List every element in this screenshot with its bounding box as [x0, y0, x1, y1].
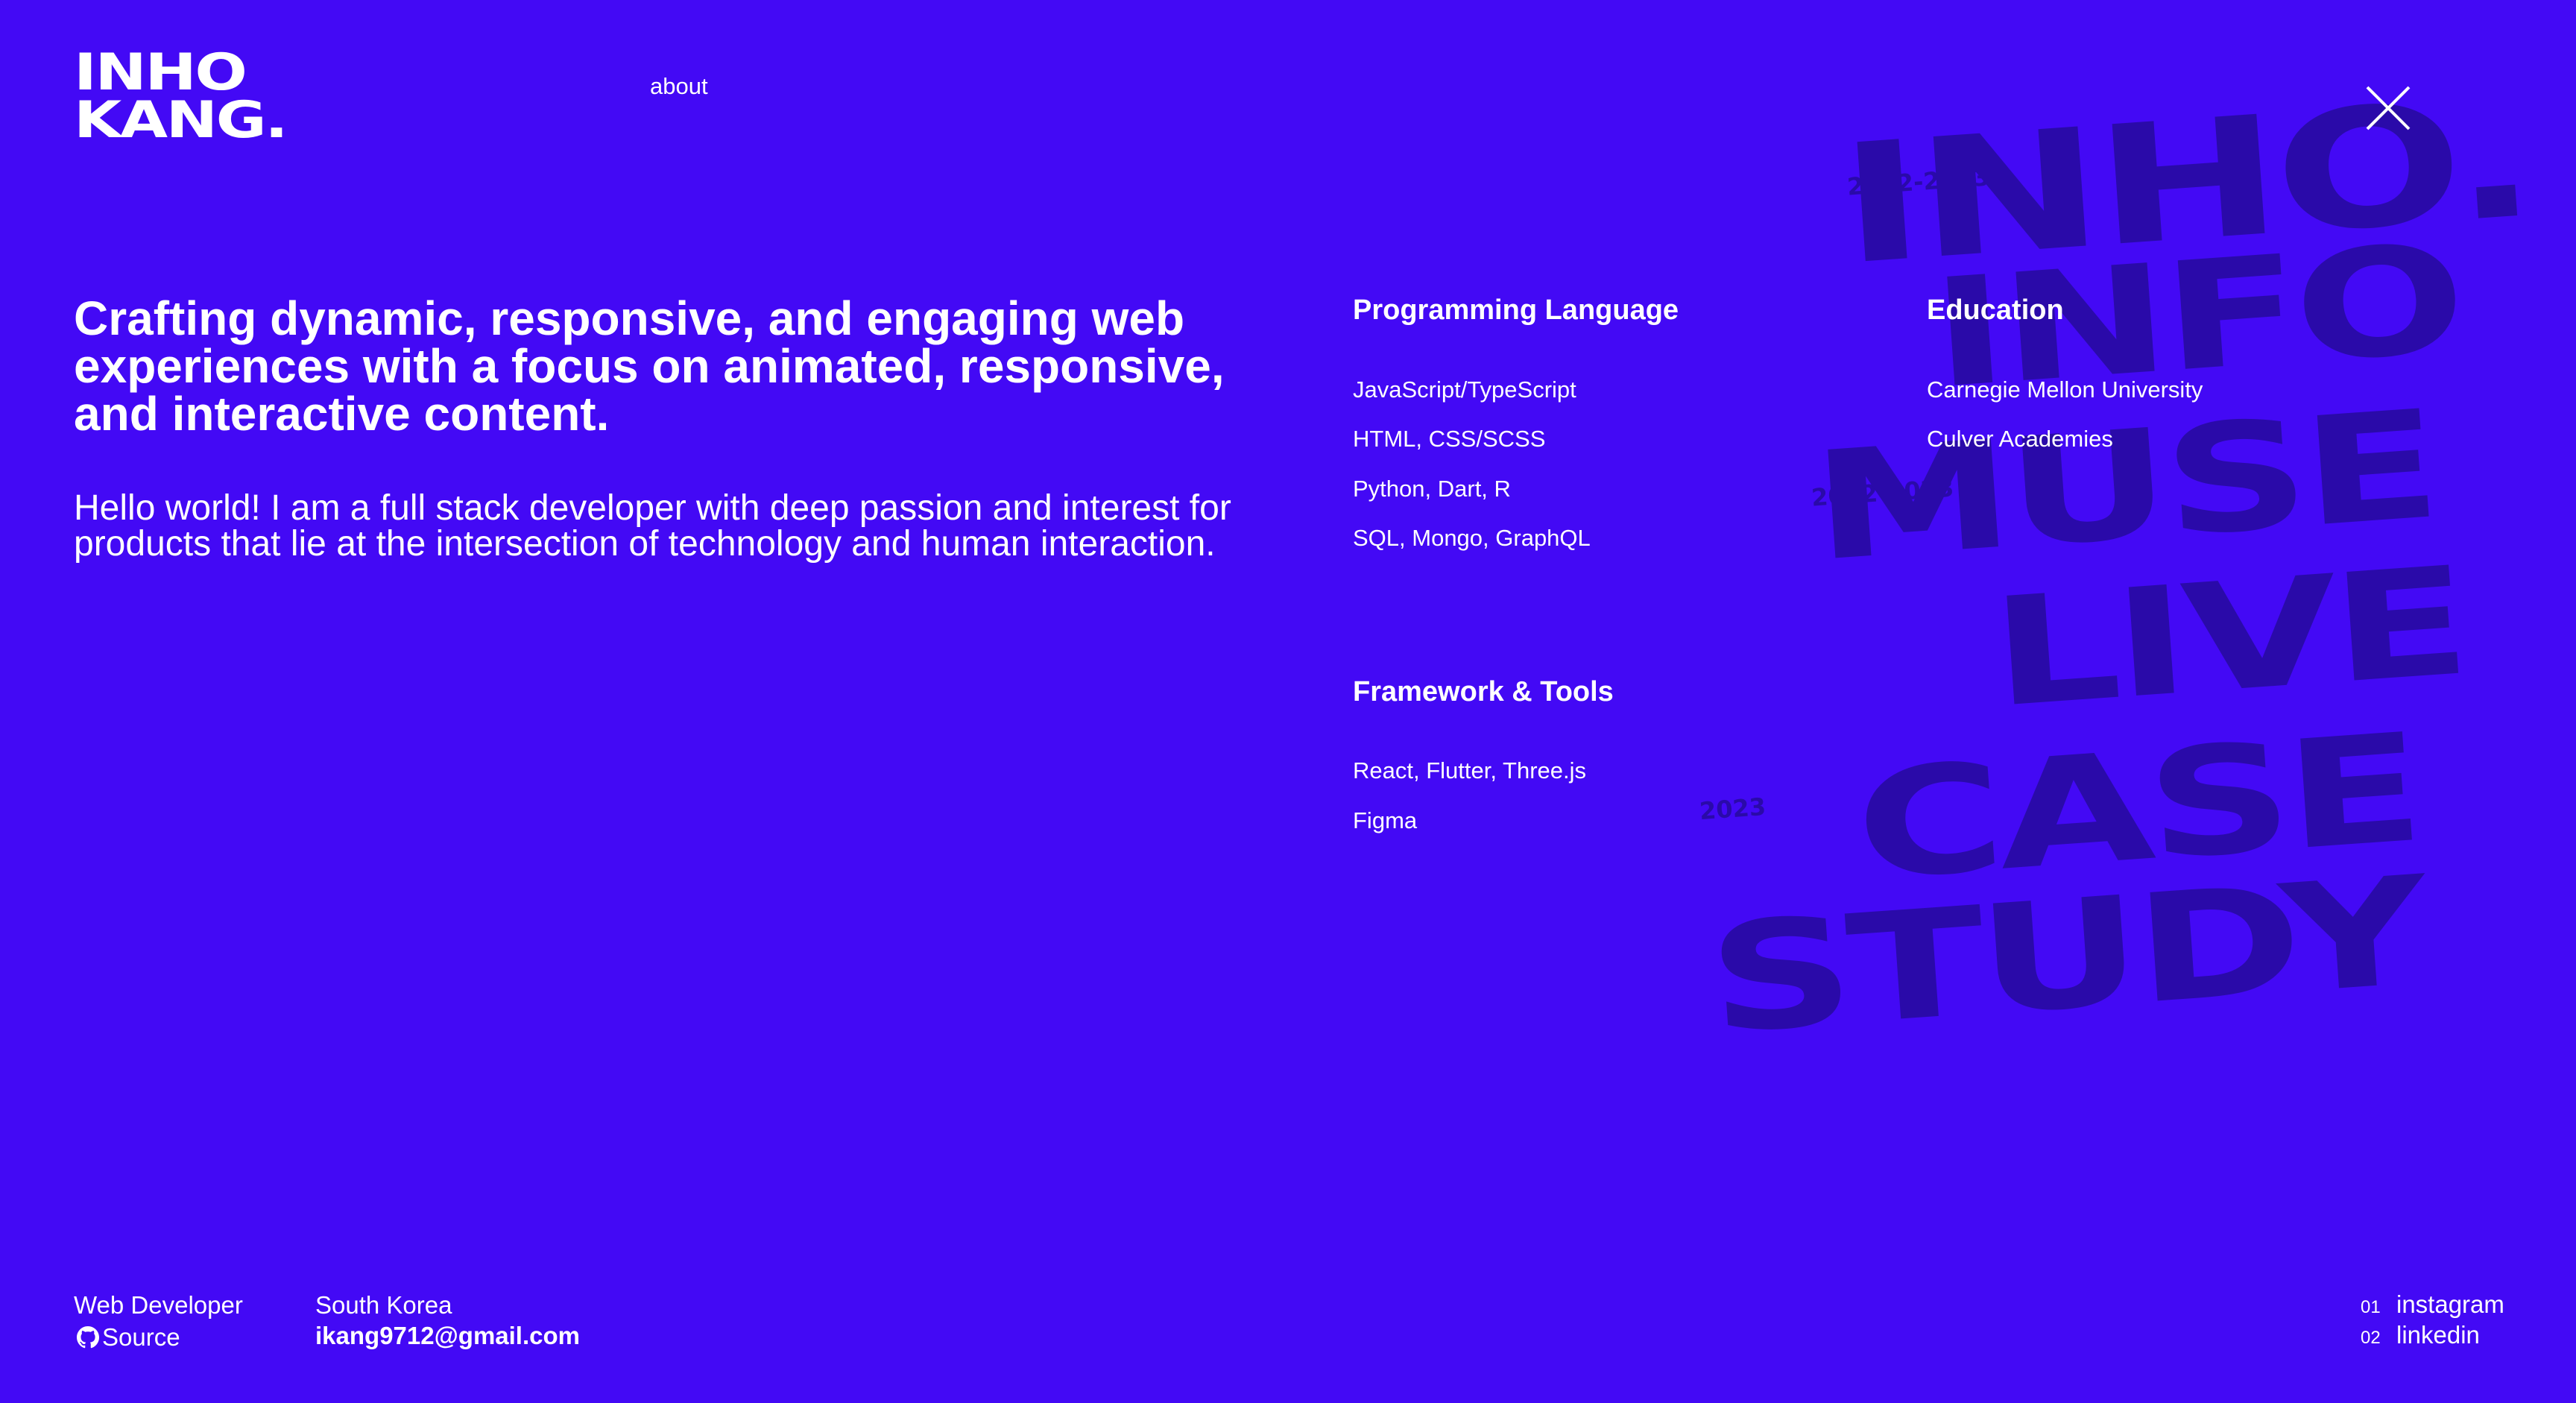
- instagram-link[interactable]: instagram: [2396, 1290, 2504, 1319]
- logo-line-2: KANG.: [74, 91, 288, 150]
- programming-item: Python, Dart, R: [1353, 476, 1511, 502]
- education-item: Culver Academies: [1927, 426, 2113, 452]
- linkedin-link[interactable]: linkedin: [2396, 1321, 2480, 1349]
- hero-headline: Crafting dynamic, responsive, and engagi…: [74, 291, 1225, 441]
- close-icon: [2366, 86, 2411, 130]
- programming-title: Programming Language: [1353, 294, 1679, 326]
- framework-item: React, Flutter, Three.js: [1353, 757, 1586, 784]
- footer-email-link[interactable]: ikang9712@gmail.com: [315, 1322, 580, 1350]
- project-word-study[interactable]: STUDY: [1703, 845, 2427, 1068]
- programming-item: HTML, CSS/SCSS: [1353, 426, 1546, 452]
- programming-item: JavaScript/TypeScript: [1353, 376, 1576, 403]
- education-title: Education: [1927, 294, 2064, 326]
- link-number: 01: [2361, 1297, 2381, 1317]
- link-number: 02: [2361, 1328, 2381, 1348]
- github-icon: [77, 1326, 99, 1349]
- education-item: Carnegie Mellon University: [1927, 376, 2203, 403]
- source-link[interactable]: Source: [77, 1323, 180, 1352]
- close-button[interactable]: [2364, 84, 2412, 132]
- logo-line-1: INHO: [74, 43, 247, 102]
- nav-about-link[interactable]: about: [650, 73, 708, 100]
- hero-bio: Hello world! I am a full stack developer…: [74, 488, 1231, 564]
- source-label: Source: [102, 1323, 180, 1351]
- framework-item: Figma: [1353, 807, 1418, 833]
- footer-role: Web Developer: [74, 1291, 243, 1319]
- footer-location: South Korea: [315, 1291, 452, 1319]
- programming-item: SQL, Mongo, GraphQL: [1353, 525, 1591, 551]
- logo[interactable]: INHO KANG.: [74, 43, 288, 150]
- project-year-3: 2023: [1698, 792, 1767, 826]
- framework-title: Framework & Tools: [1353, 676, 1614, 707]
